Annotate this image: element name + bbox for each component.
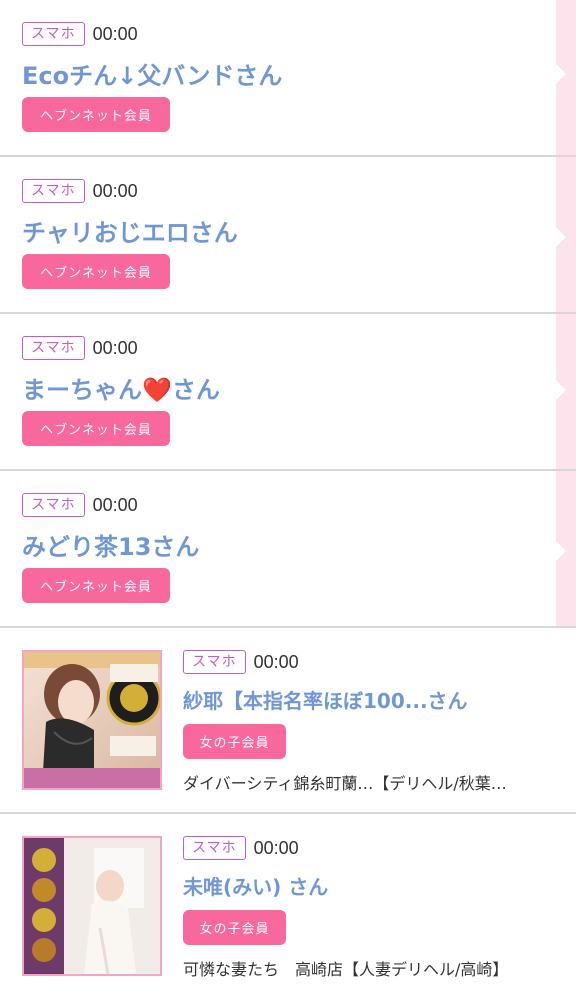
user-name-link[interactable]: Ecoチん↓父バンドさん — [22, 56, 282, 91]
time-label: 00:00 — [92, 23, 138, 44]
side-strip — [556, 0, 576, 155]
time-label: 00:00 — [253, 837, 299, 858]
entry-meta: スマホ 00:00 — [22, 336, 138, 360]
device-badge: スマホ — [22, 22, 85, 46]
entry-meta: スマホ 00:00 — [22, 179, 138, 203]
member-type-badge: ヘブンネット会員 — [22, 568, 170, 603]
user-name-link[interactable]: みどり茶13さん — [22, 527, 199, 562]
device-badge: スマホ — [22, 179, 85, 203]
user-name-link[interactable]: チャリおじエロさん — [22, 213, 238, 248]
device-badge: スマホ — [183, 650, 246, 674]
time-label: 00:00 — [92, 180, 138, 201]
device-badge: スマホ — [22, 336, 85, 360]
side-strip — [556, 157, 576, 312]
member-type-badge: ヘブンネット会員 — [22, 97, 170, 132]
time-label: 00:00 — [253, 651, 299, 672]
shop-name-link[interactable]: 可憐な妻たち 高崎店【人妻デリヘル/高崎】 — [183, 956, 508, 980]
side-strip — [556, 471, 576, 626]
list-item[interactable]: スマホ 00:00 まーちゃん❤️さん ヘブンネット会員 — [0, 314, 576, 471]
user-name-link[interactable]: まーちゃん❤️さん — [22, 370, 220, 405]
member-type-badge: ヘブンネット会員 — [22, 411, 170, 446]
entry-meta: スマホ 00:00 — [183, 836, 299, 860]
entry-meta: スマホ 00:00 — [22, 22, 138, 46]
list-item[interactable]: スマホ 00:00 未唯(みい) さん 女の子会員 可憐な妻たち 高崎店【人妻デ… — [0, 814, 576, 992]
device-badge: スマホ — [22, 493, 85, 517]
list-item[interactable]: スマホ 00:00 Ecoチん↓父バンドさん ヘブンネット会員 — [0, 0, 576, 157]
device-badge: スマホ — [183, 836, 246, 860]
list-item[interactable]: スマホ 00:00 チャリおじエロさん ヘブンネット会員 — [0, 157, 576, 314]
message-list: スマホ 00:00 Ecoチん↓父バンドさん ヘブンネット会員 スマホ 00:0… — [0, 0, 576, 992]
profile-thumbnail[interactable] — [22, 836, 162, 976]
time-label: 00:00 — [92, 337, 138, 358]
time-label: 00:00 — [92, 494, 138, 515]
entry-meta: スマホ 00:00 — [183, 650, 299, 674]
member-type-badge: 女の子会員 — [183, 724, 286, 759]
user-name-link[interactable]: 未唯(みい) さん — [183, 871, 328, 900]
side-strip — [556, 314, 576, 469]
member-type-badge: ヘブンネット会員 — [22, 254, 170, 289]
entry-meta: スマホ 00:00 — [22, 493, 138, 517]
profile-thumbnail[interactable] — [22, 650, 162, 790]
shop-name-link[interactable]: ダイバーシティ錦糸町蘭…【デリヘル/秋葉… — [183, 770, 507, 794]
user-name-link[interactable]: 紗耶【本指名率ほぼ100...さん — [183, 685, 468, 714]
member-type-badge: 女の子会員 — [183, 910, 286, 945]
list-item[interactable]: スマホ 00:00 みどり茶13さん ヘブンネット会員 — [0, 471, 576, 628]
list-item[interactable]: スマホ 00:00 紗耶【本指名率ほぼ100...さん 女の子会員 ダイバーシテ… — [0, 628, 576, 814]
